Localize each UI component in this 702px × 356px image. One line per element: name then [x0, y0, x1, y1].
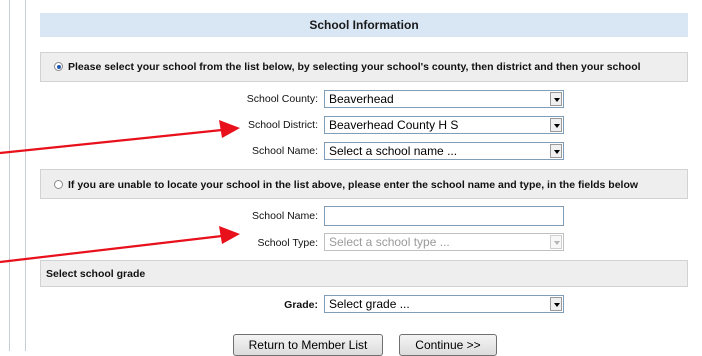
county-value: Beaverhead — [329, 92, 394, 106]
district-select[interactable]: Beaverhead County H S — [324, 116, 564, 134]
return-to-member-list-button[interactable]: Return to Member List — [233, 334, 383, 356]
grade-value: Select grade ... — [329, 297, 410, 311]
page-border-left — [9, 0, 10, 351]
annotation-arrow-1 — [0, 120, 240, 155]
school-type-value: Select a school type ... — [329, 235, 450, 249]
grade-section-title: Select school grade — [46, 268, 146, 280]
county-label: School County: — [246, 93, 318, 105]
option-select-row: Please select your school from the list … — [40, 52, 688, 82]
school-type-select[interactable]: Select a school type ... — [324, 233, 564, 251]
chevron-down-icon — [550, 118, 562, 132]
school-name-select[interactable]: Select a school name ... — [324, 142, 564, 160]
school-type-label: School Type: — [257, 237, 318, 249]
school-name-label: School Name: — [252, 145, 318, 157]
option-manual-text: If you are unable to locate your school … — [68, 179, 639, 191]
radio-enter-manually[interactable] — [54, 180, 63, 189]
radio-select-from-list[interactable] — [54, 62, 63, 71]
section-header: School Information — [40, 13, 688, 37]
annotation-arrow-2 — [0, 226, 240, 264]
chevron-down-icon — [550, 297, 562, 311]
option-select-text: Please select your school from the list … — [68, 61, 641, 73]
chevron-down-icon — [550, 92, 562, 106]
chevron-down-icon — [550, 235, 562, 249]
page-border-inner — [25, 0, 26, 351]
district-value: Beaverhead County H S — [329, 118, 459, 132]
district-label: School District: — [247, 119, 318, 131]
section-title: School Information — [309, 18, 419, 32]
manual-school-name-input[interactable] — [324, 206, 564, 226]
continue-button[interactable]: Continue >> — [399, 334, 497, 356]
option-manual-row: If you are unable to locate your school … — [40, 169, 688, 199]
grade-label: Grade: — [284, 299, 318, 311]
county-select[interactable]: Beaverhead — [324, 90, 564, 108]
grade-select[interactable]: Select grade ... — [324, 295, 564, 313]
grade-section-row: Select school grade — [40, 260, 688, 287]
manual-school-name-label: School Name: — [252, 210, 318, 222]
chevron-down-icon — [550, 144, 562, 158]
school-name-value: Select a school name ... — [329, 144, 458, 158]
